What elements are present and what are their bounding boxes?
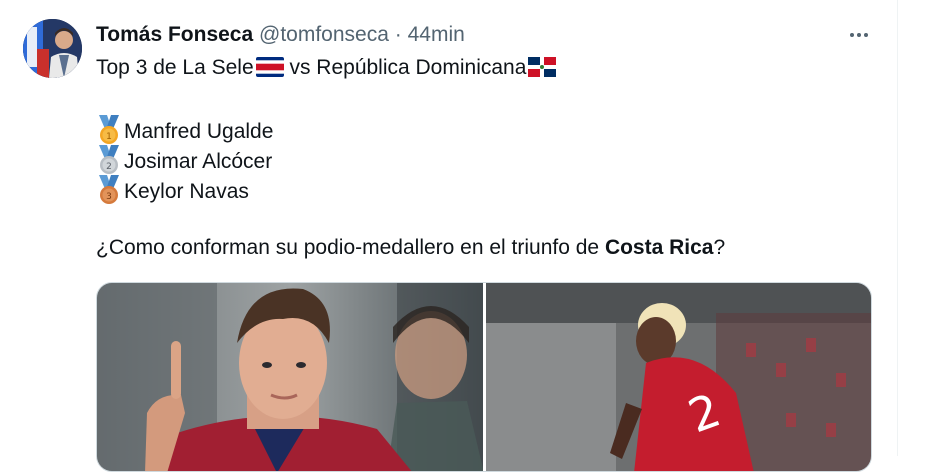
player-photo-left bbox=[97, 283, 483, 471]
author-handle[interactable]: @tomfonseca bbox=[259, 23, 389, 46]
author-name[interactable]: Tomás Fonseca bbox=[96, 23, 253, 46]
ranking-name: Manfred Ugalde bbox=[124, 120, 274, 143]
question-bold: Costa Rica bbox=[604, 236, 714, 259]
tweet-line-1: Top 3 de La Sele vs República Dominicana bbox=[96, 55, 557, 81]
avatar-image bbox=[23, 19, 82, 78]
tweet-header: Tomás Fonseca @tomfonseca · 44min bbox=[96, 22, 465, 48]
avatar[interactable] bbox=[23, 19, 82, 78]
dominican-republic-flag-icon bbox=[528, 57, 557, 77]
svg-text:3: 3 bbox=[106, 192, 112, 202]
svg-text:1: 1 bbox=[106, 132, 112, 142]
question-suffix: ? bbox=[713, 236, 726, 259]
costa-rica-flag-icon bbox=[255, 57, 284, 77]
line1-middle: vs República Dominicana bbox=[283, 56, 527, 79]
question-prefix: ¿Como conforman su podio-medallero en el… bbox=[96, 236, 605, 259]
silver-medal-icon: 2 bbox=[99, 145, 119, 174]
photo-right[interactable]: 2 bbox=[485, 283, 871, 471]
media-grid: 2 bbox=[96, 282, 872, 472]
ranking-name: Keylor Navas bbox=[124, 180, 249, 203]
photo-left[interactable] bbox=[97, 283, 483, 471]
line1-prefix: Top 3 de La Sele bbox=[96, 56, 254, 79]
tweet[interactable]: Tomás Fonseca @tomfonseca · 44min Top 3 … bbox=[0, 0, 897, 472]
column-divider bbox=[897, 0, 898, 456]
player-photo-right: 2 bbox=[485, 283, 871, 471]
ranking-item: 2 Josimar Alcócer bbox=[96, 145, 272, 175]
svg-text:2: 2 bbox=[106, 162, 112, 172]
separator-dot: · bbox=[394, 23, 402, 46]
gold-medal-icon: 1 bbox=[99, 115, 119, 144]
more-options-icon[interactable] bbox=[846, 24, 872, 46]
ranking-name: Josimar Alcócer bbox=[124, 150, 273, 173]
ranking-item: 1 Manfred Ugalde bbox=[96, 115, 273, 145]
tweet-question: ¿Como conforman su podio-medallero en el… bbox=[96, 235, 725, 261]
timestamp[interactable]: 44min bbox=[408, 23, 465, 46]
ranking-item: 3 Keylor Navas bbox=[96, 175, 249, 205]
bronze-medal-icon: 3 bbox=[99, 175, 119, 204]
